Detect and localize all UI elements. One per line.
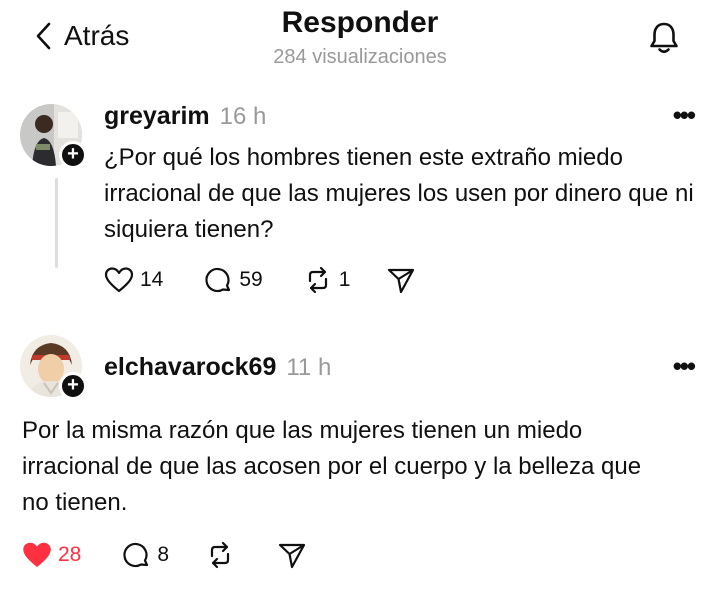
share-button[interactable] (277, 540, 307, 570)
heart-icon (23, 542, 51, 567)
comment-button[interactable]: 8 (121, 540, 169, 570)
more-icon[interactable]: ••• (673, 351, 696, 382)
repost-icon (308, 266, 327, 294)
thread-line (55, 178, 58, 268)
action-bar: 14 59 1 (104, 265, 416, 295)
action-bar: 28 8 (22, 540, 307, 570)
post-meta: elchavarock69 11 h (104, 353, 331, 382)
title-block: Responder 284 visualizaciones (0, 6, 720, 69)
like-button[interactable]: 14 (104, 265, 163, 295)
page-title: Responder (281, 6, 439, 39)
comment-count: 59 (239, 268, 263, 291)
bell-icon[interactable] (646, 20, 682, 56)
view-count: 284 visualizaciones (273, 46, 447, 68)
more-icon[interactable]: ••• (673, 100, 696, 131)
timestamp: 16 h (219, 103, 267, 130)
comment-icon (123, 542, 149, 568)
share-button[interactable] (386, 265, 416, 295)
reply-post: + elchavarock69 11 h ••• Por la misma ra… (0, 335, 720, 585)
like-count: 14 (140, 268, 164, 291)
comment-icon (205, 267, 231, 293)
original-post: + greyarim 16 h ••• ¿Por qué los hombres… (0, 100, 720, 310)
like-count: 28 (58, 543, 82, 566)
repost-icon (210, 541, 230, 569)
heart-icon (104, 267, 134, 293)
post-text: Por la misma razón que las mujeres tiene… (22, 417, 642, 516)
follow-button[interactable]: + (59, 141, 87, 169)
comment-button[interactable]: 59 (203, 265, 263, 295)
post-meta: greyarim 16 h (104, 102, 266, 131)
top-bar: Atrás Responder 284 visualizaciones (0, 0, 720, 80)
share-icon (388, 268, 415, 294)
username[interactable]: greyarim (104, 102, 210, 131)
repost-button[interactable]: 1 (303, 265, 351, 295)
username[interactable]: elchavarock69 (104, 353, 276, 382)
post-text: ¿Por qué los hombres tienen este extraño… (104, 144, 694, 243)
repost-button[interactable] (205, 540, 235, 570)
repost-count: 1 (338, 268, 351, 291)
follow-button[interactable]: + (59, 372, 87, 400)
like-button[interactable]: 28 (22, 540, 81, 570)
timestamp: 11 h (286, 354, 332, 381)
comment-count: 8 (157, 543, 170, 566)
share-icon (278, 543, 306, 569)
